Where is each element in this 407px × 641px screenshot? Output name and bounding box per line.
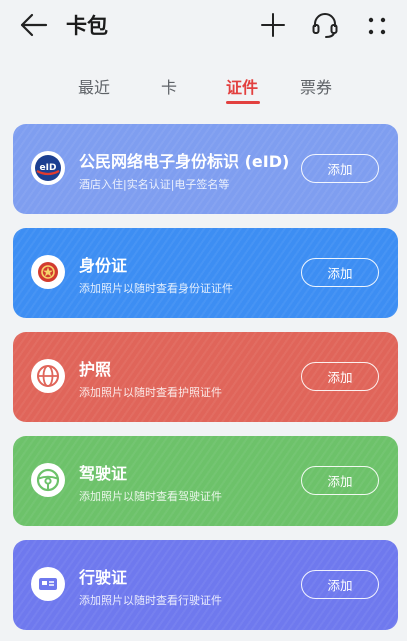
card-eid[interactable]: eID 公民网络电子身份标识 (eID) 酒店入住|实名认证|电子签名等 添加 bbox=[13, 124, 398, 214]
arrow-back-icon[interactable] bbox=[18, 11, 50, 39]
eid-logo-icon: eID bbox=[31, 151, 65, 185]
card-subtitle: 添加照片以随时查看行驶证件 bbox=[79, 594, 222, 607]
steering-wheel-icon bbox=[31, 463, 65, 497]
globe-icon bbox=[31, 359, 65, 393]
card-subtitle: 酒店入住|实名认证|电子签名等 bbox=[79, 178, 230, 191]
card-driver-license[interactable]: 驾驶证 添加照片以随时查看驾驶证件 添加 bbox=[13, 436, 398, 526]
headset-icon[interactable] bbox=[311, 10, 339, 40]
tab-recent[interactable]: 最近 bbox=[78, 74, 110, 98]
card-subtitle: 添加照片以随时查看护照证件 bbox=[79, 386, 222, 399]
add-passport-button[interactable]: 添加 bbox=[301, 362, 379, 391]
card-subtitle: 添加照片以随时查看驾驶证件 bbox=[79, 490, 222, 503]
card-title: 驾驶证 bbox=[79, 464, 128, 483]
add-id-button[interactable]: 添加 bbox=[301, 258, 379, 287]
add-driver-license-button[interactable]: 添加 bbox=[301, 466, 379, 495]
card-title: 公民网络电子身份标识 (eID) bbox=[79, 152, 290, 171]
national-emblem-icon bbox=[31, 255, 65, 289]
tab-cards[interactable]: 卡 bbox=[161, 74, 177, 98]
card-passport[interactable]: 护照 添加照片以随时查看护照证件 添加 bbox=[13, 332, 398, 422]
vehicle-license-icon bbox=[31, 567, 65, 601]
plus-icon[interactable] bbox=[259, 11, 287, 39]
add-eid-button[interactable]: 添加 bbox=[301, 154, 379, 183]
card-id[interactable]: 身份证 添加照片以随时查看身份证证件 添加 bbox=[13, 228, 398, 318]
add-vehicle-license-button[interactable]: 添加 bbox=[301, 570, 379, 599]
more-dots-icon[interactable] bbox=[364, 14, 390, 38]
svg-text:eID: eID bbox=[40, 163, 57, 173]
tab-active-indicator bbox=[226, 101, 260, 104]
card-title: 行驶证 bbox=[79, 568, 128, 587]
tab-tickets[interactable]: 票券 bbox=[300, 74, 332, 98]
tab-bar: 最近 卡 证件 票券 bbox=[0, 70, 407, 106]
card-vehicle-license[interactable]: 行驶证 添加照片以随时查看行驶证件 添加 bbox=[13, 540, 398, 630]
card-title: 身份证 bbox=[79, 256, 128, 275]
header-bar: 卡包 bbox=[0, 0, 407, 52]
tab-certificates[interactable]: 证件 bbox=[226, 74, 258, 98]
card-title: 护照 bbox=[79, 360, 112, 379]
card-subtitle: 添加照片以随时查看身份证证件 bbox=[79, 282, 233, 295]
page-title: 卡包 bbox=[66, 14, 108, 38]
